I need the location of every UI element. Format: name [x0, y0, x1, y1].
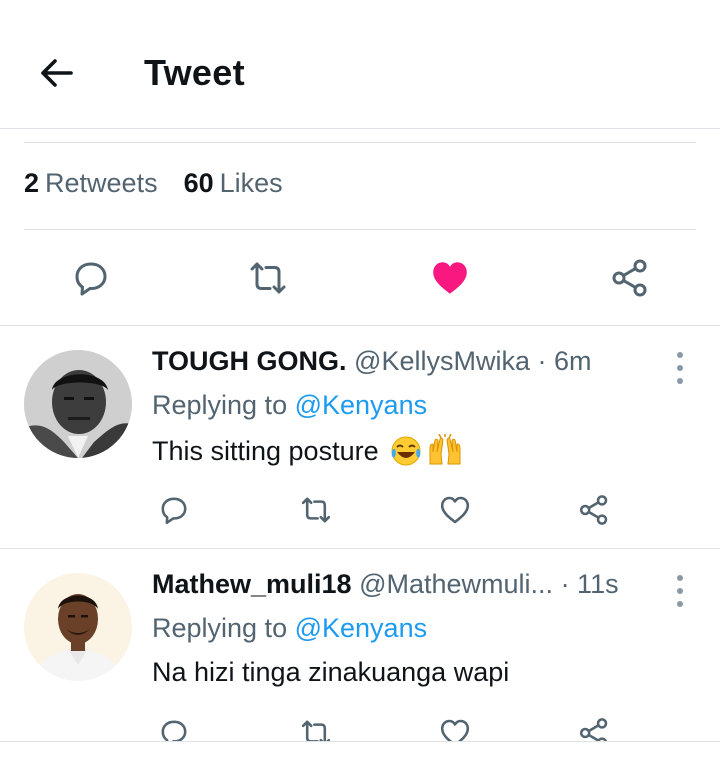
- tweet-actions: [0, 246, 720, 310]
- reply-header: Mathew_muli18 @Mathewmuli... · 11s: [152, 569, 619, 600]
- replying-to: Replying to @Kenyans: [152, 613, 427, 644]
- page-title: Tweet: [144, 52, 245, 93]
- back-button[interactable]: [36, 52, 78, 94]
- mention-link[interactable]: @Kenyans: [295, 390, 427, 420]
- avatar[interactable]: [24, 573, 132, 681]
- avatar-photo-icon: [24, 573, 132, 681]
- dot: [677, 365, 683, 371]
- heart-outline-icon: [440, 496, 470, 524]
- retweet-button[interactable]: [296, 713, 336, 741]
- retweet-icon: [250, 262, 286, 294]
- divider: [24, 229, 696, 230]
- retweet-icon: [301, 497, 331, 523]
- likes-label: Likes: [219, 168, 283, 198]
- timestamp[interactable]: · 6m: [537, 346, 591, 376]
- divider: [0, 128, 720, 129]
- dot: [677, 575, 683, 581]
- likes-count: 60: [183, 168, 214, 198]
- display-name[interactable]: TOUGH GONG.: [152, 346, 347, 376]
- like-button[interactable]: [435, 713, 475, 741]
- more-options-button[interactable]: [670, 348, 690, 388]
- dot: [677, 588, 683, 594]
- dot: [677, 601, 683, 607]
- reply-button[interactable]: [154, 713, 194, 741]
- reply-button[interactable]: [154, 490, 194, 530]
- like-button[interactable]: [426, 254, 474, 302]
- dot: [677, 352, 683, 358]
- divider: [24, 142, 696, 143]
- user-handle[interactable]: @Mathewmuli...: [359, 569, 553, 599]
- replying-to: Replying to @Kenyans: [152, 390, 427, 421]
- display-name[interactable]: Mathew_muli18: [152, 569, 352, 599]
- share-icon: [612, 259, 647, 297]
- heart-outline-icon: [440, 719, 470, 741]
- retweet-button[interactable]: [296, 490, 336, 530]
- share-button[interactable]: [574, 713, 614, 741]
- replying-prefix: Replying to: [152, 390, 288, 420]
- tweet-stats: 2 Retweets 60 Likes: [24, 168, 283, 199]
- reply-tweet[interactable]: Mathew_muli18 @Mathewmuli... · 11s Reply…: [0, 549, 720, 741]
- share-icon: [579, 718, 608, 741]
- heart-filled-icon: [433, 262, 467, 294]
- retweets-label: Retweets: [45, 168, 158, 198]
- reply-text: Na hizi tinga zinakuanga wapi: [152, 657, 509, 688]
- share-icon: [579, 495, 608, 525]
- reply-header: TOUGH GONG. @KellysMwika · 6m: [152, 346, 591, 377]
- user-handle[interactable]: @KellysMwika: [354, 346, 530, 376]
- replying-prefix: Replying to: [152, 613, 288, 643]
- avatar-photo-icon: [24, 350, 132, 458]
- reply-button[interactable]: [67, 254, 115, 302]
- reply-icon: [75, 262, 107, 296]
- dot: [677, 378, 683, 384]
- reply-body: Na hizi tinga zinakuanga wapi: [152, 657, 510, 687]
- share-button[interactable]: [606, 254, 654, 302]
- reply-body: This sitting posture: [152, 435, 379, 466]
- like-button[interactable]: [435, 490, 475, 530]
- timestamp[interactable]: · 11s: [561, 569, 619, 599]
- more-options-button[interactable]: [670, 571, 690, 611]
- retweets-stat[interactable]: 2 Retweets: [24, 168, 158, 199]
- reply-tweet[interactable]: TOUGH GONG. @KellysMwika · 6m Replying t…: [0, 326, 720, 548]
- share-button[interactable]: [574, 490, 614, 530]
- likes-stat[interactable]: 60 Likes: [184, 168, 283, 199]
- reply-text: This sitting posture: [152, 434, 463, 468]
- retweet-icon: [301, 720, 331, 741]
- top-bar: Tweet: [0, 0, 720, 128]
- divider: [0, 741, 720, 742]
- reply-icon: [161, 720, 187, 741]
- avatar[interactable]: [24, 350, 132, 458]
- raising-hands-icon: [429, 434, 461, 465]
- reply-icon: [161, 497, 187, 525]
- retweets-count: 2: [24, 168, 40, 198]
- retweet-button[interactable]: [244, 254, 292, 302]
- face-with-tears-of-joy-icon: [391, 436, 421, 466]
- mention-link[interactable]: @Kenyans: [295, 613, 427, 643]
- arrow-left-icon: [41, 59, 73, 87]
